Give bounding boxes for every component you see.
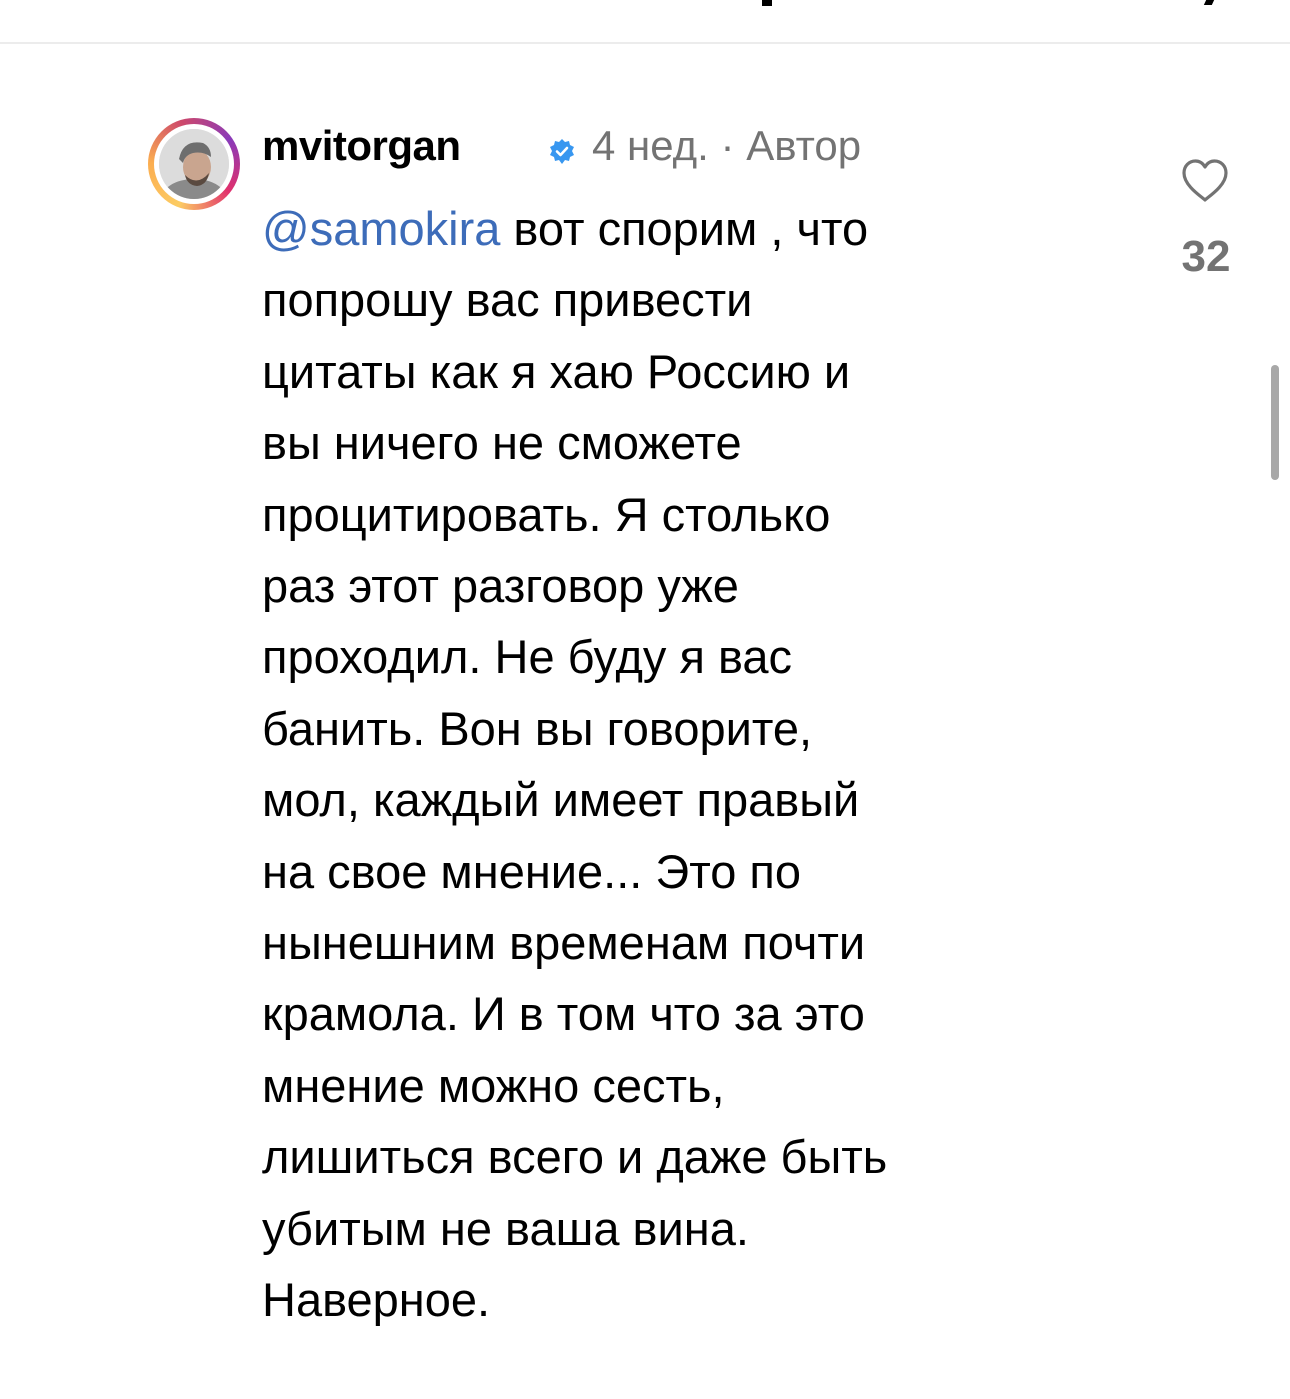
- comment-body: вот спорим , что попрошу вас привести ци…: [262, 202, 888, 1327]
- heart-outline-icon[interactable]: [1180, 158, 1230, 204]
- cut-off-text: [762, 0, 772, 6]
- verified-badge-icon: [550, 139, 574, 164]
- comment-username[interactable]: mvitorgan: [262, 122, 461, 170]
- mention-link[interactable]: @samokira: [262, 202, 500, 255]
- scrollbar[interactable]: [1271, 365, 1279, 480]
- comment-timestamp: 4 нед.: [592, 122, 709, 169]
- comment-text: @samokira вот спорим , что попрошу вас п…: [262, 193, 1122, 1336]
- previous-content-edge: [0, 0, 1290, 44]
- author-tag: Автор: [746, 122, 862, 169]
- story-avatar-ring[interactable]: [148, 118, 240, 210]
- meta-separator: ·: [720, 122, 735, 169]
- like-count: 32: [1181, 232, 1231, 281]
- avatar[interactable]: [159, 129, 229, 199]
- comment-meta: 4 нед. · Автор: [592, 122, 861, 170]
- cut-off-text: [1203, 0, 1215, 5]
